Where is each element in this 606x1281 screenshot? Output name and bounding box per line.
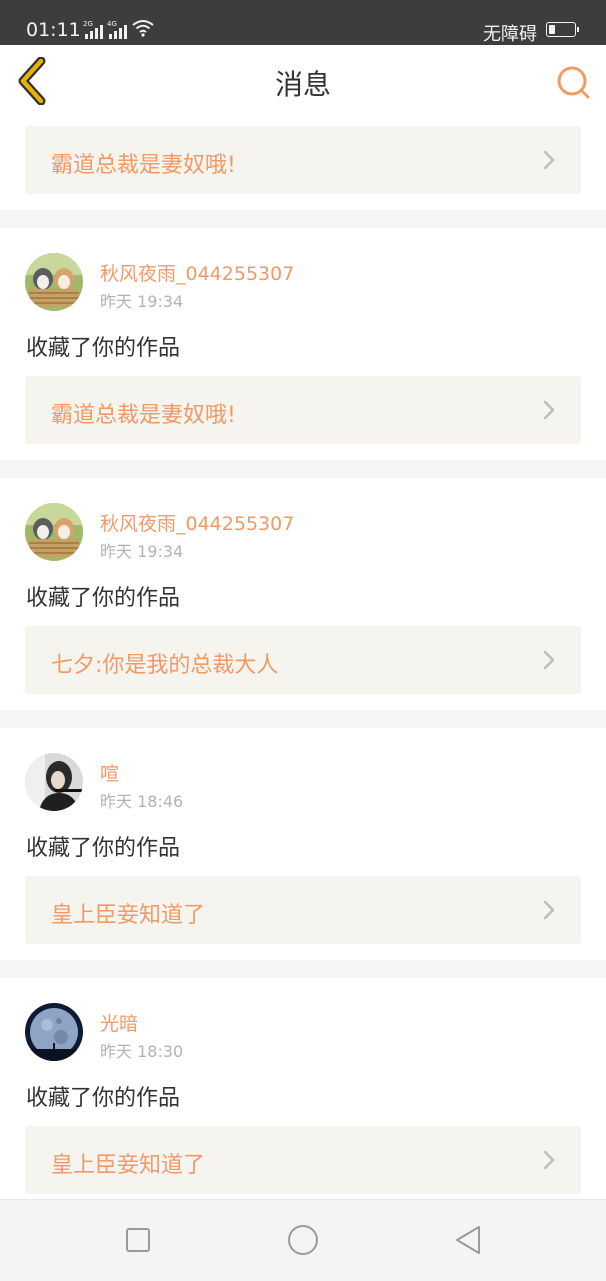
user-name[interactable]: 秋风夜雨_044255307 [100, 259, 294, 286]
circle-icon [288, 1225, 318, 1255]
sim2-label: 4G [107, 20, 117, 28]
action-text: 收藏了你的作品 [26, 586, 181, 611]
status-time: 01:11 [26, 19, 81, 41]
user-name[interactable]: 光暗 [100, 1009, 138, 1036]
message-time: 昨天 19:34 [100, 292, 184, 311]
system-nav-bar [0, 1199, 606, 1281]
chevron-right-icon [543, 150, 555, 170]
battery-icon [546, 22, 579, 37]
person-avatar-icon [25, 753, 83, 811]
status-bar: 01:11 2G 4G 无障碍 [0, 0, 606, 45]
message-card: 霸道总裁是妻奴哦! [0, 118, 606, 210]
work-link[interactable]: 皇上臣妾知道了 [25, 1126, 581, 1194]
square-icon [126, 1228, 150, 1252]
message-time: 昨天 18:46 [100, 792, 184, 811]
action-text: 收藏了你的作品 [26, 336, 181, 361]
back-nav-button[interactable] [450, 1222, 486, 1258]
work-link[interactable]: 霸道总裁是妻奴哦! [25, 126, 581, 194]
search-icon [557, 66, 590, 99]
work-link[interactable]: 皇上臣妾知道了 [25, 876, 581, 944]
triangle-back-icon [456, 1226, 480, 1254]
accessibility-text: 无障碍 [483, 24, 537, 45]
work-title: 霸道总裁是妻奴哦! [51, 403, 236, 428]
search-button[interactable] [553, 63, 593, 103]
moon-avatar-icon [25, 1003, 83, 1061]
action-text: 收藏了你的作品 [26, 1086, 181, 1111]
work-title: 霸道总裁是妻奴哦! [51, 153, 236, 178]
work-link[interactable]: 七夕:你是我的总裁大人 [25, 626, 581, 694]
page-title: 消息 [274, 68, 331, 101]
work-title: 七夕:你是我的总裁大人 [51, 653, 279, 678]
work-title: 皇上臣妾知道了 [51, 903, 206, 928]
chevron-right-icon [543, 400, 555, 420]
home-button[interactable] [285, 1222, 321, 1258]
avatar[interactable] [25, 1003, 83, 1061]
user-name[interactable]: 秋风夜雨_044255307 [100, 509, 294, 536]
work-link[interactable]: 霸道总裁是妻奴哦! [25, 376, 581, 444]
signal-icon: 2G [83, 20, 103, 39]
puppies-avatar-icon [25, 253, 83, 311]
signal-icon: 4G [107, 20, 127, 39]
work-title: 皇上臣妾知道了 [51, 1153, 206, 1178]
message-time: 昨天 18:30 [100, 1042, 184, 1061]
recents-button[interactable] [120, 1222, 156, 1258]
message-card: 光暗 昨天 18:30 收藏了你的作品 皇上臣妾知道了 [0, 978, 606, 1199]
avatar[interactable] [25, 503, 83, 561]
avatar[interactable] [25, 753, 83, 811]
sim1-label: 2G [83, 20, 93, 28]
message-card: 喧 昨天 18:46 收藏了你的作品 皇上臣妾知道了 [0, 728, 606, 960]
message-list[interactable]: 霸道总裁是妻奴哦! 秋风夜雨_044255307 昨天 19:34 收藏了你的作… [0, 118, 606, 1199]
chevron-right-icon [543, 900, 555, 920]
header: 消息 [0, 45, 606, 119]
chevron-right-icon [543, 1150, 555, 1170]
puppies-avatar-icon [25, 503, 83, 561]
message-time: 昨天 19:34 [100, 542, 184, 561]
user-name[interactable]: 喧 [100, 759, 119, 786]
message-card: 秋风夜雨_044255307 昨天 19:34 收藏了你的作品 七夕:你是我的总… [0, 478, 606, 710]
chevron-right-icon [543, 650, 555, 670]
avatar[interactable] [25, 253, 83, 311]
action-text: 收藏了你的作品 [26, 836, 181, 861]
message-card: 秋风夜雨_044255307 昨天 19:34 收藏了你的作品 霸道总裁是妻奴哦… [0, 228, 606, 460]
wifi-icon [132, 20, 154, 37]
